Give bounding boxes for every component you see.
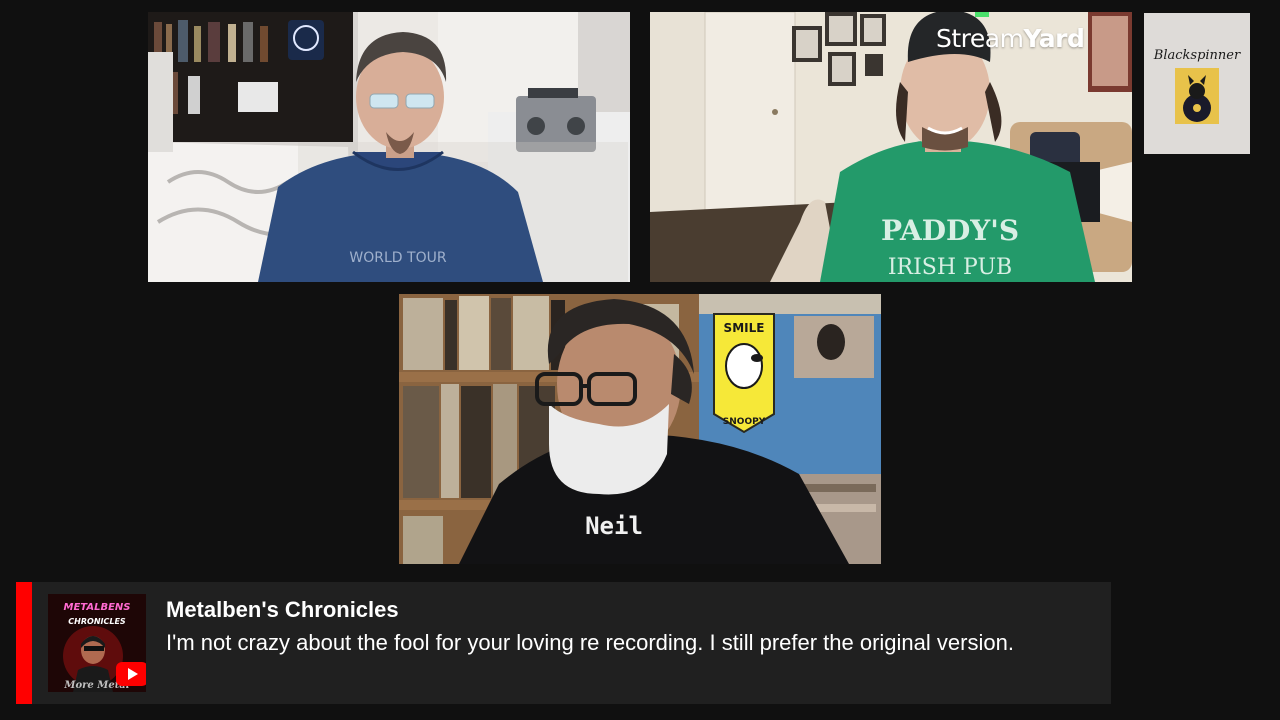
comment-banner: METALBENS CHRONICLES More Metal Metalben… — [16, 582, 1111, 704]
svg-text:PADDY'S: PADDY'S — [881, 214, 1019, 247]
commenter-name: Metalben's Chronicles — [166, 597, 399, 622]
participant-tile-3[interactable]: SMILE SNOOPY Neil — [399, 294, 881, 564]
svg-text:METALBENS: METALBENS — [64, 602, 131, 613]
participant-tile-1[interactable]: WORLD TOUR — [148, 12, 630, 282]
svg-text:IRISH PUB: IRISH PUB — [888, 255, 1012, 280]
comment-accent-bar — [16, 582, 32, 704]
comment-text: I'm not crazy about the fool for your lo… — [166, 630, 1014, 655]
youtube-icon — [116, 662, 146, 686]
svg-text:WORLD TOUR: WORLD TOUR — [349, 250, 446, 266]
svg-text:SMILE: SMILE — [724, 321, 765, 335]
svg-text:CHRONICLES: CHRONICLES — [68, 617, 126, 626]
side-thumbnail[interactable]: Blackspinner — [1144, 13, 1250, 154]
svg-text:Neil: Neil — [585, 512, 643, 540]
svg-text:Blackspinner: Blackspinner — [1153, 48, 1241, 63]
blackspinner-logo-image: Blackspinner — [1144, 13, 1250, 154]
svg-text:SNOOPY: SNOOPY — [723, 417, 766, 427]
commenter-avatar: METALBENS CHRONICLES More Metal — [48, 594, 146, 692]
streamyard-watermark: StreamYard — [936, 24, 1085, 53]
participant-video-3: SMILE SNOOPY Neil — [399, 294, 881, 564]
brand-part-yard: Yard — [1023, 24, 1085, 53]
brand-part-stream: Stream — [936, 24, 1024, 53]
participant-video-1: WORLD TOUR — [148, 12, 630, 282]
